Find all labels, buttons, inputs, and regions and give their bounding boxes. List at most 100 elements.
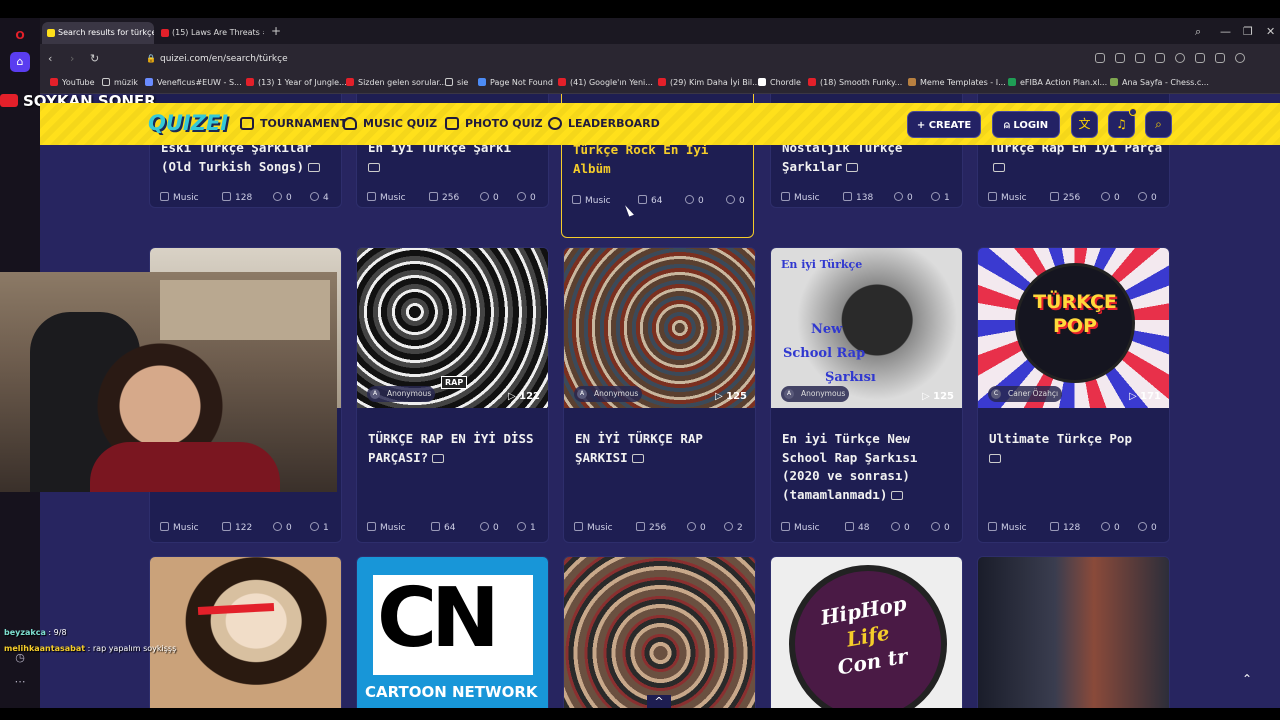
bookmark-kim-daha[interactable]: (29) Kim Daha İyi Bil...: [658, 78, 760, 87]
bookmark-google[interactable]: (41) Google'ın Yeni...: [558, 78, 653, 87]
address-bar: ‹ › ↻ 🔒 quizei.com/en/search/türkçe: [40, 44, 1280, 74]
forward-icon[interactable]: ›: [70, 52, 74, 65]
play-count: ▷ 125: [921, 391, 954, 402]
youtube-icon: [0, 94, 18, 107]
share-icon[interactable]: [1095, 53, 1105, 63]
user-icon: ⍝: [1003, 120, 1014, 131]
site-icon: [145, 78, 153, 86]
bookmark-veneficus[interactable]: Veneficus#EUW - S...: [145, 78, 242, 87]
bookmark-youtube[interactable]: YouTube: [50, 78, 95, 87]
bookmark-muzik[interactable]: müzik: [102, 78, 138, 87]
tab-search-results[interactable]: Search results for türkçe: [42, 22, 154, 44]
nav-music-quiz[interactable]: MUSIC QUIZ: [343, 117, 437, 130]
author-chip[interactable]: C Caner Özahçı: [988, 386, 1063, 402]
nav-tournament[interactable]: TOURNAMENT: [240, 117, 347, 130]
cn-wordmark: CARTOON NETWORK: [365, 683, 538, 701]
author-chip[interactable]: A Anonymous: [574, 386, 643, 402]
search-button[interactable]: ⌕: [1145, 111, 1172, 138]
wall-shelf: [160, 280, 330, 340]
quiz-title: Ultimate Türkçe Pop: [989, 430, 1163, 467]
bookmark-jungle[interactable]: (13) 1 Year of Jungle...: [246, 78, 347, 87]
site-icon: [478, 78, 486, 86]
bookmark-sorular[interactable]: Sizden gelen sorular...: [346, 78, 447, 87]
quiz-thumbnail-crowd: A Anonymous ▷ 125: [564, 248, 755, 408]
quiz-card[interactable]: RAP A Anonymous ▷ 122 TÜRKÇE RAP EN İYİ D…: [356, 247, 549, 543]
quiz-card[interactable]: En iyi Türkçe New School Rap Şarkısı A An…: [770, 247, 963, 543]
quiz-card[interactable]: HipHop Life Con tr: [770, 556, 963, 708]
quiz-thumbnail-cartoon-network: CN CARTOON NETWORK: [357, 557, 548, 708]
chevron-up-icon: ⌃: [1241, 672, 1253, 686]
bookmark-chordle[interactable]: Chordle: [758, 78, 801, 87]
bookmark-chess[interactable]: Ana Sayfa - Chess.c...: [1110, 78, 1209, 87]
nav-leaderboard[interactable]: LEADERBOARD: [548, 117, 660, 130]
download-icon[interactable]: [1195, 53, 1205, 63]
bookmark-sie[interactable]: sie: [445, 78, 468, 87]
video-icon: [368, 162, 380, 172]
chordle-icon: [758, 78, 766, 86]
back-icon[interactable]: ‹: [48, 52, 52, 65]
folder-icon: [445, 78, 453, 86]
quiz-card[interactable]: [149, 556, 342, 708]
quiz-card[interactable]: [563, 556, 756, 708]
heart-icon[interactable]: [1175, 53, 1185, 63]
minimize-icon[interactable]: —: [1220, 25, 1231, 38]
chess-icon: [1110, 78, 1118, 86]
quiz-card[interactable]: [977, 556, 1170, 708]
author-chip[interactable]: A Anonymous: [367, 386, 436, 402]
thumb-text-line: Şarkısı: [825, 370, 876, 385]
pop-title: TÜRKÇE POP: [1033, 291, 1117, 337]
comment-icon: [273, 192, 282, 201]
quiz-thumbnail-night: [978, 557, 1169, 708]
chevron-up-icon[interactable]: ^: [647, 695, 671, 708]
language-button[interactable]: 文: [1071, 111, 1098, 138]
quiz-card[interactable]: A Anonymous ▷ 125 EN İYİ TÜRKÇE RAP ŞARKI…: [563, 247, 756, 543]
medal-icon: [548, 117, 562, 130]
tab-title: (15) Laws Are Threats #sh: [172, 28, 264, 37]
quiz-card[interactable]: TÜRKÇE POP C Caner Özahçı ▷ 171 Ultimate T…: [977, 247, 1170, 543]
bookmark-meme-templates[interactable]: Meme Templates - I...: [908, 78, 1006, 87]
create-button[interactable]: + CREATE: [907, 111, 981, 138]
login-button[interactable]: ⍝ LOGIN: [992, 111, 1060, 138]
bookmark-page-not-found[interactable]: Page Not Found: [478, 78, 553, 87]
tag-icon: [160, 192, 169, 201]
quiz-thumbnail-cat: En iyi Türkçe New School Rap Şarkısı A An…: [771, 248, 962, 408]
player-icon[interactable]: [1155, 53, 1165, 63]
play-icon: ▷: [921, 391, 934, 402]
opera-logo-icon[interactable]: O: [10, 26, 30, 46]
youtube-icon: [558, 78, 566, 86]
restore-icon[interactable]: ❐: [1243, 25, 1253, 38]
search-tabs-icon[interactable]: ⌕: [1195, 25, 1201, 39]
bookmark-smooth-funky[interactable]: (18) Smooth Funky...: [808, 78, 902, 87]
back-to-top-button[interactable]: ⌃: [1236, 668, 1258, 690]
site-header: QUIZEI TOURNAMENT MUSIC QUIZ PHOTO QUIZ …: [40, 103, 1280, 145]
profile-icon[interactable]: [1235, 53, 1245, 63]
camera-icon[interactable]: [1115, 53, 1125, 63]
youtube-icon: [346, 78, 354, 86]
video-icon: [989, 453, 1001, 463]
nav-photo-quiz[interactable]: PHOTO QUIZ: [445, 117, 543, 130]
home-icon[interactable]: ⌂: [10, 52, 30, 72]
thumb-text-line: New: [811, 322, 843, 337]
site-icon: [908, 78, 916, 86]
shield-icon[interactable]: [1135, 53, 1145, 63]
search-icon: ⌕: [1155, 117, 1162, 131]
reload-icon[interactable]: ↻: [90, 52, 99, 65]
notifications-button[interactable]: ♫: [1108, 108, 1137, 138]
menu-icon[interactable]: [1215, 53, 1225, 63]
close-window-icon[interactable]: ✕: [1266, 25, 1275, 38]
url-field[interactable]: 🔒 quizei.com/en/search/türkçe: [146, 49, 1126, 69]
video-icon: [846, 162, 859, 172]
new-tab-plus-icon[interactable]: +: [271, 24, 281, 38]
quiz-title: TÜRKÇE RAP EN İYİ DİSS PARÇASI?: [368, 431, 534, 465]
thumb-text-line: School Rap: [783, 346, 866, 361]
quiz-card[interactable]: CN CARTOON NETWORK: [356, 556, 549, 708]
spreadsheet-icon: [1008, 78, 1016, 86]
bookmark-efiba[interactable]: eFIBA Action Plan.xl...: [1008, 78, 1107, 87]
more-icon[interactable]: ⋯: [10, 672, 30, 692]
tab-youtube[interactable]: (15) Laws Are Threats #sh: [156, 22, 264, 44]
chat-message: melihkaantasabat : rap yapalım soykişşş: [4, 644, 177, 653]
author-chip[interactable]: A Anonymous: [781, 386, 850, 402]
site-logo[interactable]: QUIZEI: [148, 111, 228, 135]
play-count: ▷ 125: [714, 391, 747, 402]
video-icon: [891, 490, 904, 500]
